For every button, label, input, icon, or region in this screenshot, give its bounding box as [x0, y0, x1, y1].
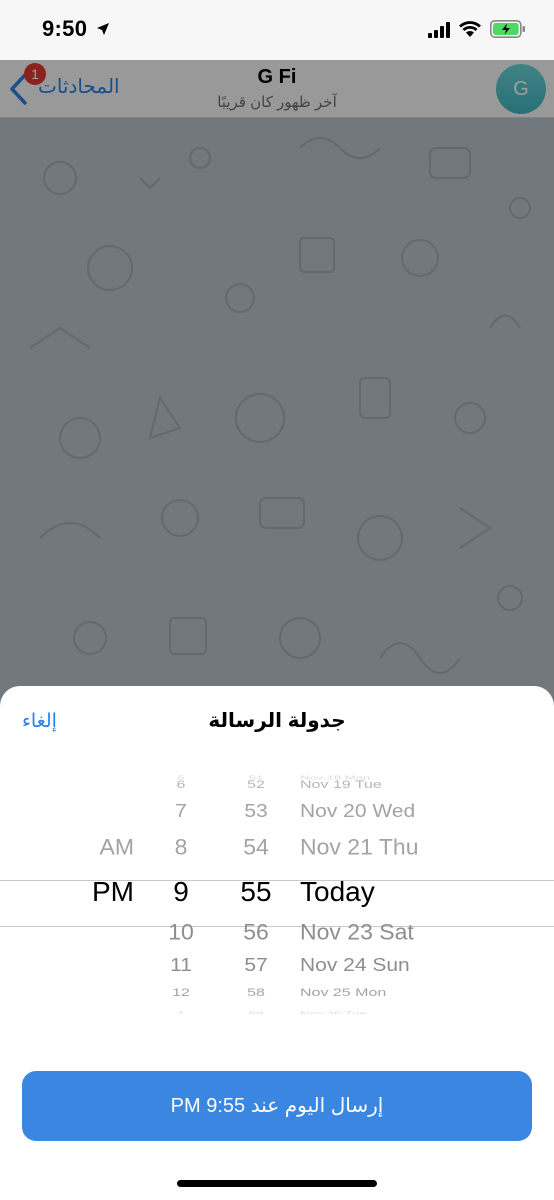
ampm-option[interactable]: PM — [40, 876, 134, 908]
wifi-icon — [459, 21, 481, 37]
status-time: 9:50 — [42, 16, 88, 41]
date-time-picker[interactable]: AM PM 5 6 7 8 9 10 11 12 1 51 52 53 54 55 56 57 58 59 Nov… — [0, 774, 554, 1014]
hour-option[interactable]: 8 — [146, 835, 216, 861]
cancel-button[interactable]: إلغاء — [22, 710, 57, 733]
minute-option[interactable]: 54 — [222, 835, 290, 861]
hour-option[interactable]: 10 — [146, 920, 216, 946]
date-option[interactable]: Today — [300, 876, 540, 908]
minute-option[interactable]: 52 — [222, 779, 290, 792]
minute-option[interactable]: 53 — [222, 802, 290, 823]
date-option[interactable]: Nov 19 Tue — [300, 779, 540, 792]
status-bar: 9:50 — [0, 0, 554, 60]
minute-option[interactable]: 57 — [222, 956, 290, 977]
send-scheduled-button[interactable]: إرسال اليوم عند 9:55 PM — [22, 1071, 532, 1141]
cellular-signal-icon — [428, 22, 450, 38]
date-wheel[interactable]: Nov 18 Mon Nov 19 Tue Nov 20 Wed Nov 21 Thu… — [300, 774, 540, 1014]
hour-option[interactable]: 6 — [146, 779, 216, 792]
date-option[interactable]: Nov 21 Thu — [300, 835, 540, 861]
minute-option[interactable]: 55 — [222, 876, 290, 908]
home-indicator — [177, 1180, 377, 1187]
hour-option[interactable]: 1 — [146, 1010, 216, 1014]
location-arrow-icon — [97, 23, 109, 35]
hour-option[interactable]: 11 — [146, 956, 216, 977]
dim-overlay[interactable] — [0, 60, 554, 720]
minute-option[interactable]: 59 — [222, 1010, 290, 1014]
date-option[interactable]: Nov 24 Sun — [300, 956, 540, 977]
minute-option[interactable]: 56 — [222, 920, 290, 946]
hour-option[interactable]: 12 — [146, 987, 216, 1000]
date-option[interactable]: Nov 25 Mon — [300, 987, 540, 1000]
minute-wheel[interactable]: 51 52 53 54 55 56 57 58 59 — [222, 774, 290, 1014]
hour-option[interactable]: 9 — [146, 876, 216, 908]
date-option[interactable]: Nov 20 Wed — [300, 802, 540, 823]
minute-option[interactable]: 58 — [222, 987, 290, 1000]
schedule-sheet: جدولة الرسالة إلغاء AM PM 5 6 7 8 9 10 11 12 1 51… — [0, 686, 554, 1200]
date-option[interactable]: Nov 26 Tue — [300, 1010, 540, 1014]
sheet-title: جدولة الرسالة — [208, 710, 346, 732]
date-option[interactable]: Nov 23 Sat — [300, 920, 540, 946]
hour-wheel[interactable]: 5 6 7 8 9 10 11 12 1 — [146, 774, 216, 1014]
battery-charging-icon — [490, 20, 525, 38]
ampm-option[interactable]: AM — [40, 835, 135, 861]
ampm-wheel[interactable]: AM PM — [40, 774, 134, 1014]
hour-option[interactable]: 7 — [146, 802, 216, 823]
